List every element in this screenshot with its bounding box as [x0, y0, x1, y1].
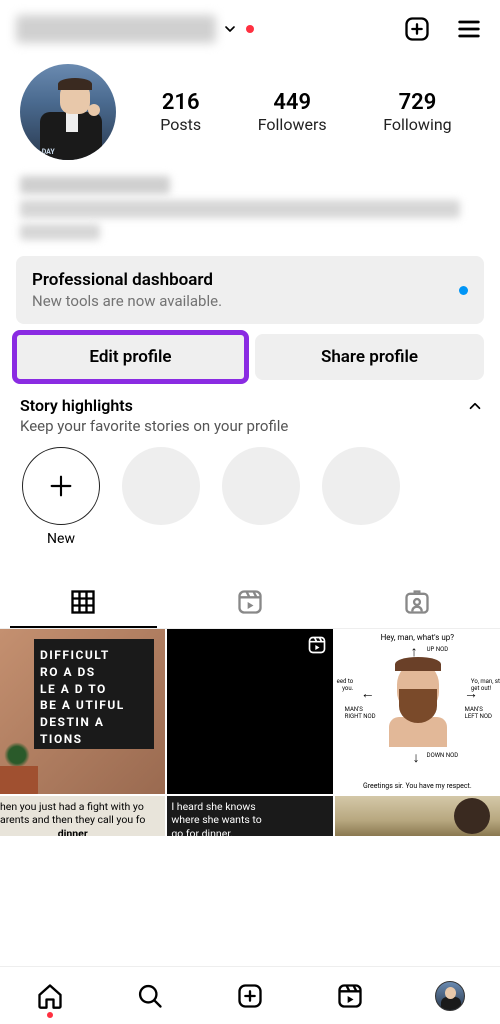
nav-create[interactable] [230, 976, 270, 1016]
post-text: Hey, man, what's up? [335, 633, 500, 642]
highlight-placeholder [222, 447, 300, 525]
edit-profile-button[interactable]: Edit profile [16, 334, 245, 380]
tab-tagged[interactable] [333, 575, 500, 628]
username-blurred [16, 15, 216, 43]
post-text: you. [342, 685, 353, 692]
post-text: dinner [0, 827, 145, 837]
tab-grid[interactable] [0, 575, 167, 628]
dashboard-subtitle: New tools are now available. [32, 292, 459, 310]
post-text: BE A UTIFUL [40, 697, 148, 714]
tab-reels[interactable] [167, 575, 334, 628]
top-bar [0, 0, 500, 56]
profile-stats: 216 Posts 449 Followers 729 Following [132, 90, 480, 134]
post-text: RIGHT NOD [345, 713, 376, 720]
search-icon [136, 982, 164, 1010]
notification-dot-icon [246, 25, 254, 33]
followers-label: Followers [258, 115, 327, 134]
post-text: LE A D TO [40, 681, 148, 698]
share-profile-label: Share profile [321, 347, 418, 367]
dashboard-notification-dot-icon [459, 286, 468, 295]
highlight-placeholder [122, 447, 200, 525]
posts-grid: DIFFICULT RO A DS LE A D TO BE A UTIFUL … [0, 629, 500, 836]
tagged-icon [403, 588, 431, 616]
nav-profile-avatar-icon [435, 981, 465, 1011]
nav-home[interactable] [30, 976, 70, 1016]
followers-count: 449 [258, 90, 327, 115]
profile-avatar[interactable]: IT'S -DAY [20, 64, 116, 160]
grid-post[interactable]: I heard she knowswhere she wants togo fo… [167, 796, 332, 836]
post-text: I heard she knows [171, 800, 255, 813]
posts-stat[interactable]: 216 Posts [160, 90, 201, 134]
followers-stat[interactable]: 449 Followers [258, 90, 327, 134]
edit-profile-label: Edit profile [89, 347, 171, 367]
hamburger-menu-icon[interactable] [454, 14, 484, 44]
post-text: Greetings sir. You have my respect. [335, 782, 500, 790]
profile-header: IT'S -DAY 216 Posts 449 Followers 729 Fo… [0, 56, 500, 166]
nav-search[interactable] [130, 976, 170, 1016]
grid-icon [69, 588, 97, 616]
professional-dashboard-card[interactable]: Professional dashboard New tools are now… [16, 256, 484, 324]
chevron-down-icon[interactable] [222, 21, 238, 37]
nav-profile[interactable] [430, 976, 470, 1016]
share-profile-button[interactable]: Share profile [255, 334, 484, 380]
reels-icon [336, 982, 364, 1010]
highlight-placeholder [322, 447, 400, 525]
post-text: arents and then they call you fo [0, 813, 145, 826]
dashboard-title: Professional dashboard [32, 270, 459, 290]
grid-post[interactable] [167, 629, 332, 794]
post-text: RO A DS [40, 664, 148, 681]
create-post-icon[interactable] [402, 14, 432, 44]
post-text: go for dinner. [171, 827, 233, 837]
reels-icon [236, 588, 264, 616]
following-stat[interactable]: 729 Following [383, 90, 451, 134]
post-text: UP NOD [427, 647, 449, 654]
add-highlight-button[interactable] [22, 447, 100, 525]
post-text: get out! [471, 685, 491, 692]
highlights-subtitle: Keep your favorite stories on your profi… [20, 417, 484, 435]
post-text: DOWN NOD [427, 753, 459, 760]
following-count: 729 [383, 90, 451, 115]
create-icon [236, 982, 264, 1010]
bottom-navigation [0, 966, 500, 1024]
plus-icon [45, 470, 77, 502]
post-text: DIFFICULT [40, 647, 148, 664]
grid-post[interactable]: hen you just had a fight with yoarents a… [0, 796, 165, 836]
reels-badge-icon [307, 635, 327, 655]
grid-post[interactable]: DIFFICULT RO A DS LE A D TO BE A UTIFUL … [0, 629, 165, 794]
home-icon [36, 982, 64, 1010]
posts-count: 216 [160, 90, 201, 115]
add-highlight-label: New [22, 531, 100, 547]
bio-section-blurred [0, 166, 500, 242]
profile-tabs [0, 575, 500, 629]
profile-buttons-row: Edit profile Share profile [0, 334, 500, 380]
post-text: hen you just had a fight with yo [0, 800, 144, 813]
post-text: where she wants to [171, 813, 261, 826]
grid-post[interactable]: Hey, man, what's up? ↑ UP NOD ← eed toyo… [335, 629, 500, 794]
post-text: DESTIN A TIONS [40, 714, 148, 748]
post-text: LEFT NOD [465, 713, 492, 720]
nav-home-dot-icon [47, 1012, 53, 1018]
chevron-up-icon[interactable] [466, 397, 484, 415]
posts-label: Posts [160, 115, 201, 134]
grid-post[interactable] [335, 796, 500, 836]
story-highlights-section: Story highlights Keep your favorite stor… [0, 380, 500, 557]
highlights-title: Story highlights [20, 396, 466, 415]
nav-reels[interactable] [330, 976, 370, 1016]
following-label: Following [383, 115, 451, 134]
